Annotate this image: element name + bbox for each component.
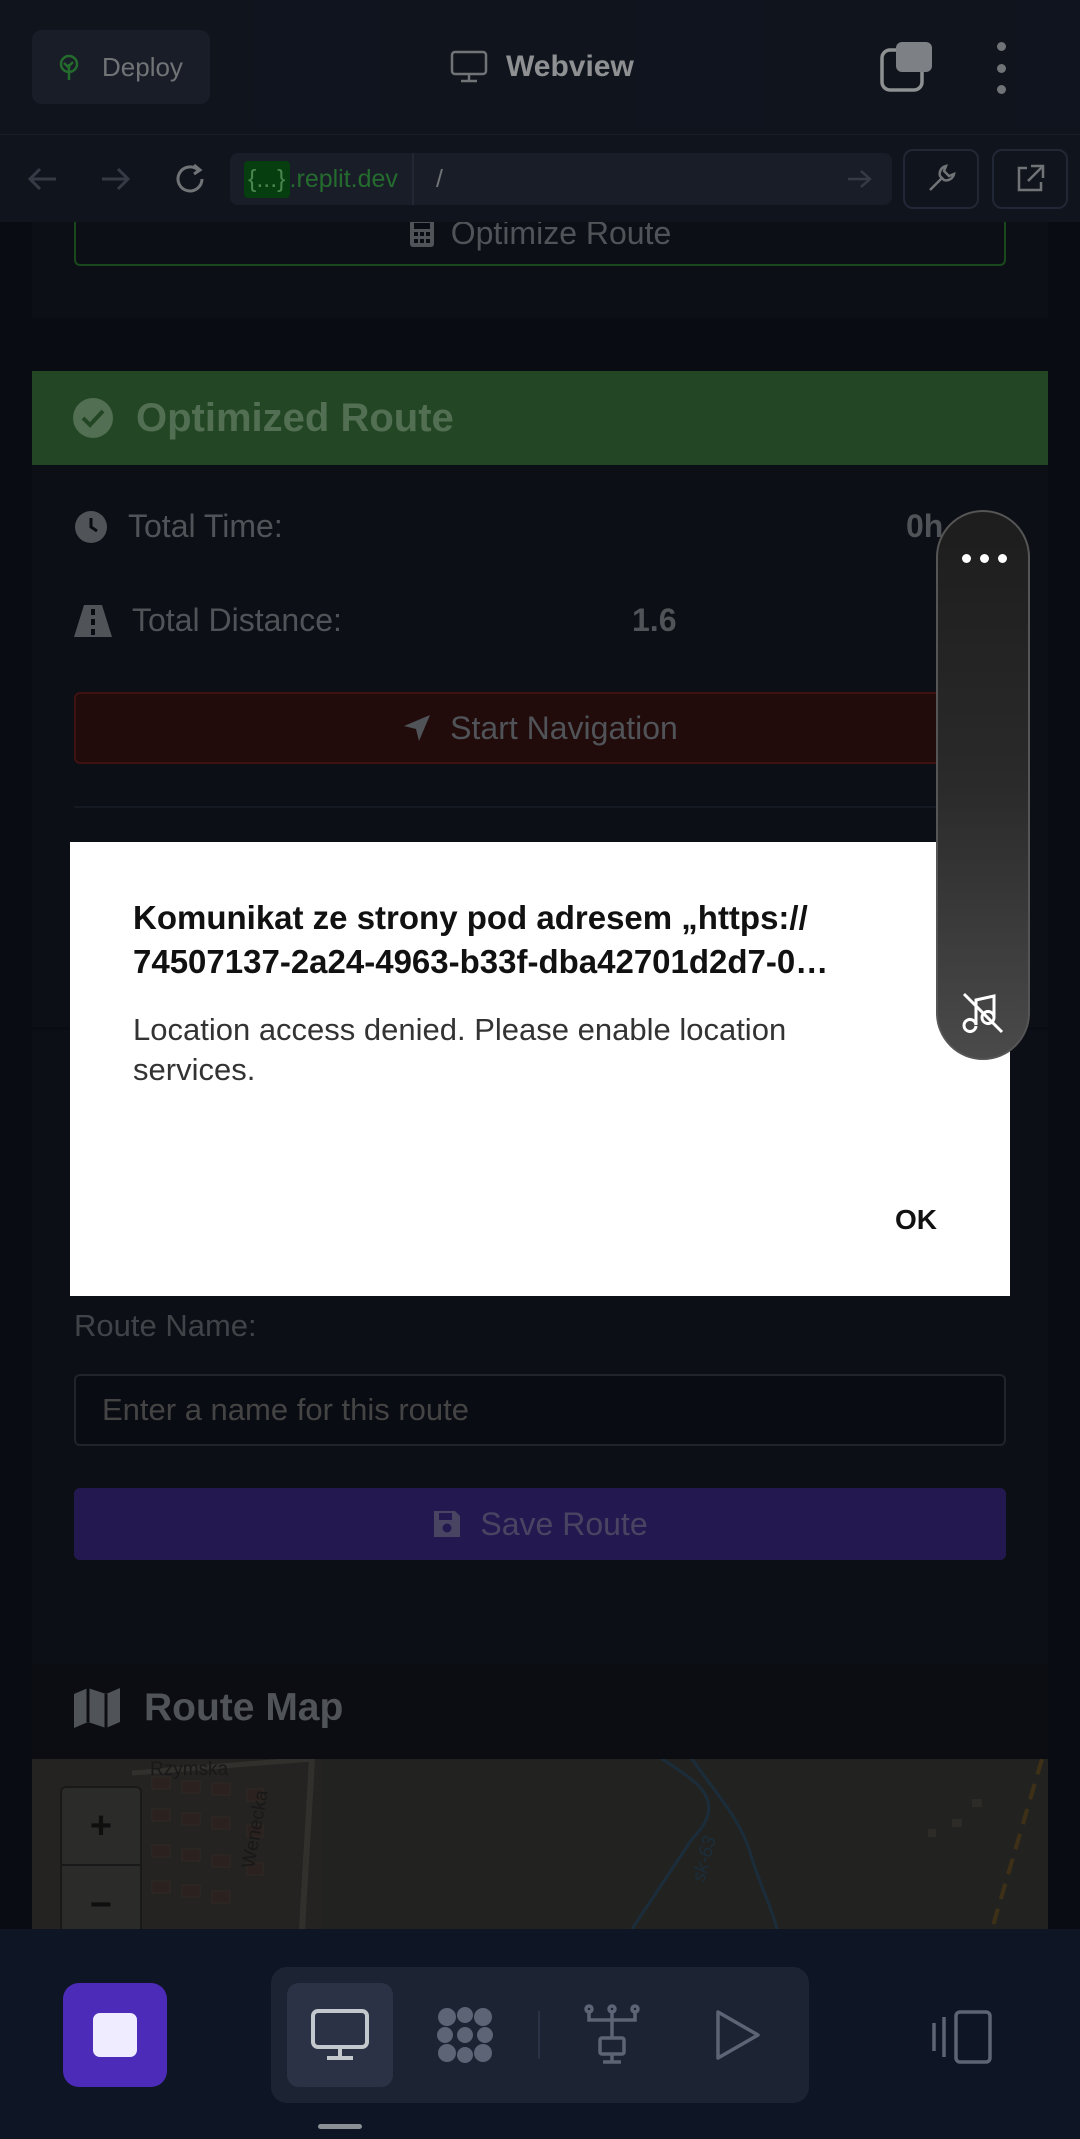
- workspace-pane-button[interactable]: [412, 1983, 518, 2087]
- more-dots-icon[interactable]: [962, 554, 1007, 563]
- dialog-title-line2: 74507137-2a24-4963-b33f-dba42701d2d7-0…: [133, 943, 829, 980]
- stop-button[interactable]: [63, 1983, 167, 2087]
- split-layout-icon[interactable]: [930, 2009, 994, 2065]
- webview-pane-button[interactable]: [287, 1983, 393, 2087]
- stop-icon: [93, 2013, 137, 2057]
- alert-dialog: Komunikat ze strony pod adresem „https:/…: [70, 842, 1010, 1296]
- audio-off-icon[interactable]: [958, 988, 1008, 1038]
- bottom-toolbar: [0, 1929, 1080, 2139]
- screen: Deploy Webview {...} .replit.dev / Optim…: [0, 0, 1080, 2139]
- floating-toolbar[interactable]: [936, 510, 1030, 1060]
- toolbar-separator: [538, 2011, 540, 2059]
- network-icon: [584, 2004, 640, 2064]
- grid-blob-icon: [437, 2007, 493, 2063]
- home-indicator: [318, 2124, 362, 2129]
- monitor-icon: [311, 2009, 369, 2060]
- pane-switcher: [271, 1967, 809, 2103]
- dialog-ok-button[interactable]: OK: [866, 1192, 966, 1248]
- deployments-pane-button[interactable]: [559, 1983, 665, 2087]
- play-icon: [716, 2010, 760, 2060]
- dialog-title-line1: Komunikat ze strony pod adresem „https:/…: [133, 899, 808, 936]
- dialog-title: Komunikat ze strony pod adresem „https:/…: [133, 896, 933, 984]
- run-button[interactable]: [684, 1983, 790, 2087]
- dialog-message: Location access denied. Please enable lo…: [133, 1012, 787, 1087]
